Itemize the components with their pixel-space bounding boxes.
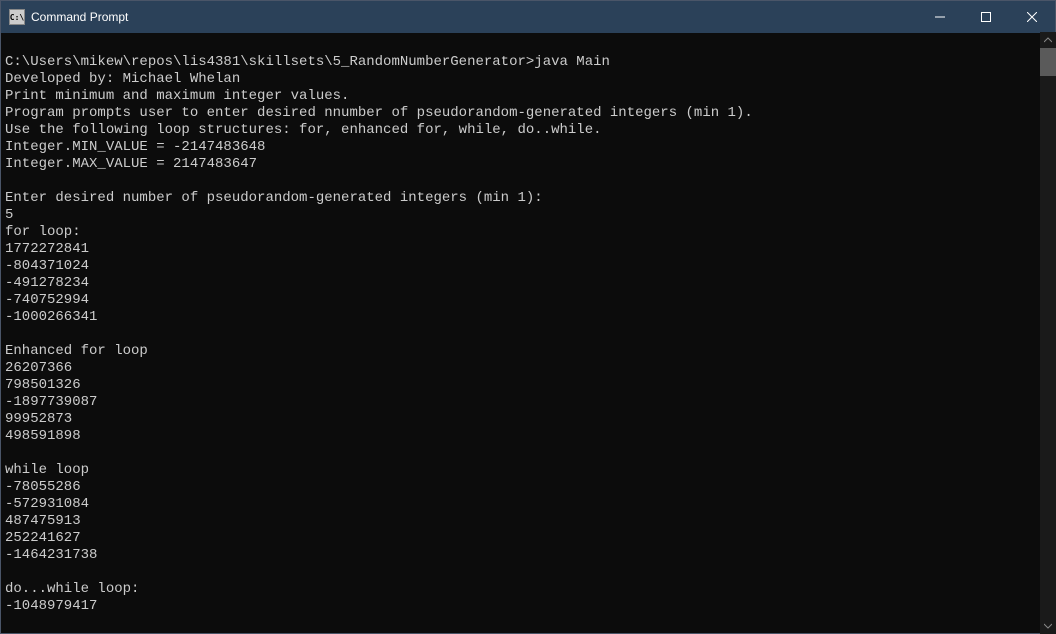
output-value: -740752994 — [5, 292, 1051, 309]
blank-line — [5, 615, 1051, 632]
scroll-up-arrow[interactable] — [1040, 32, 1056, 48]
prompt-line: C:\Users\mikew\repos\lis4381\skillsets\5… — [5, 54, 1051, 71]
output-value: 99952873 — [5, 411, 1051, 428]
titlebar[interactable]: C:\ Command Prompt — [1, 1, 1055, 33]
output-line: Use the following loop structures: for, … — [5, 122, 1051, 139]
blank-line — [5, 37, 1051, 54]
cmd-icon: C:\ — [9, 9, 25, 25]
output-value: -572931084 — [5, 496, 1051, 513]
output-value: 26207366 — [5, 360, 1051, 377]
blank-line — [5, 564, 1051, 581]
input-line: 5 — [5, 207, 1051, 224]
window-title: Command Prompt — [31, 10, 128, 24]
terminal-content[interactable]: C:\Users\mikew\repos\lis4381\skillsets\5… — [1, 33, 1055, 633]
minimize-button[interactable] — [917, 1, 963, 33]
section-header: Enhanced for loop — [5, 343, 1051, 360]
output-value: -1000266341 — [5, 309, 1051, 326]
output-value: -78055286 — [5, 479, 1051, 496]
output-value: -1048979417 — [5, 598, 1051, 615]
close-icon — [1027, 12, 1037, 22]
titlebar-left: C:\ Command Prompt — [9, 9, 128, 25]
window-controls — [917, 1, 1055, 33]
output-line: Print minimum and maximum integer values… — [5, 88, 1051, 105]
blank-line — [5, 326, 1051, 343]
output-value: 252241627 — [5, 530, 1051, 547]
output-value: 498591898 — [5, 428, 1051, 445]
output-value: -804371024 — [5, 258, 1051, 275]
output-value: 1772272841 — [5, 241, 1051, 258]
maximize-icon — [981, 12, 991, 22]
section-header: do...while loop: — [5, 581, 1051, 598]
output-value: -1464231738 — [5, 547, 1051, 564]
output-line: Integer.MAX_VALUE = 2147483647 — [5, 156, 1051, 173]
command-text: java Main — [534, 54, 610, 70]
minimize-icon — [935, 12, 945, 22]
blank-line — [5, 445, 1051, 462]
scrollbar[interactable] — [1040, 32, 1056, 634]
output-line: Enter desired number of pseudorandom-gen… — [5, 190, 1051, 207]
section-header: for loop: — [5, 224, 1051, 241]
close-button[interactable] — [1009, 1, 1055, 33]
command-prompt-window: C:\ Command Prompt C:\Users\mikew\repos\… — [0, 0, 1056, 634]
output-line: Program prompts user to enter desired nn… — [5, 105, 1051, 122]
output-value: 487475913 — [5, 513, 1051, 530]
blank-line — [5, 173, 1051, 190]
scroll-thumb[interactable] — [1040, 48, 1056, 76]
chevron-up-icon — [1044, 36, 1052, 44]
output-line: Integer.MIN_VALUE = -2147483648 — [5, 139, 1051, 156]
output-value: -1897739087 — [5, 394, 1051, 411]
prompt-path: C:\Users\mikew\repos\lis4381\skillsets\5… — [5, 54, 534, 70]
output-value: 798501326 — [5, 377, 1051, 394]
prompt-line: C:\Users\mikew\repos\lis4381\skillsets\5… — [5, 632, 1051, 633]
output-line: Developed by: Michael Whelan — [5, 71, 1051, 88]
section-header: while loop — [5, 462, 1051, 479]
chevron-down-icon — [1044, 622, 1052, 630]
maximize-button[interactable] — [963, 1, 1009, 33]
scroll-down-arrow[interactable] — [1040, 618, 1056, 634]
output-value: -491278234 — [5, 275, 1051, 292]
